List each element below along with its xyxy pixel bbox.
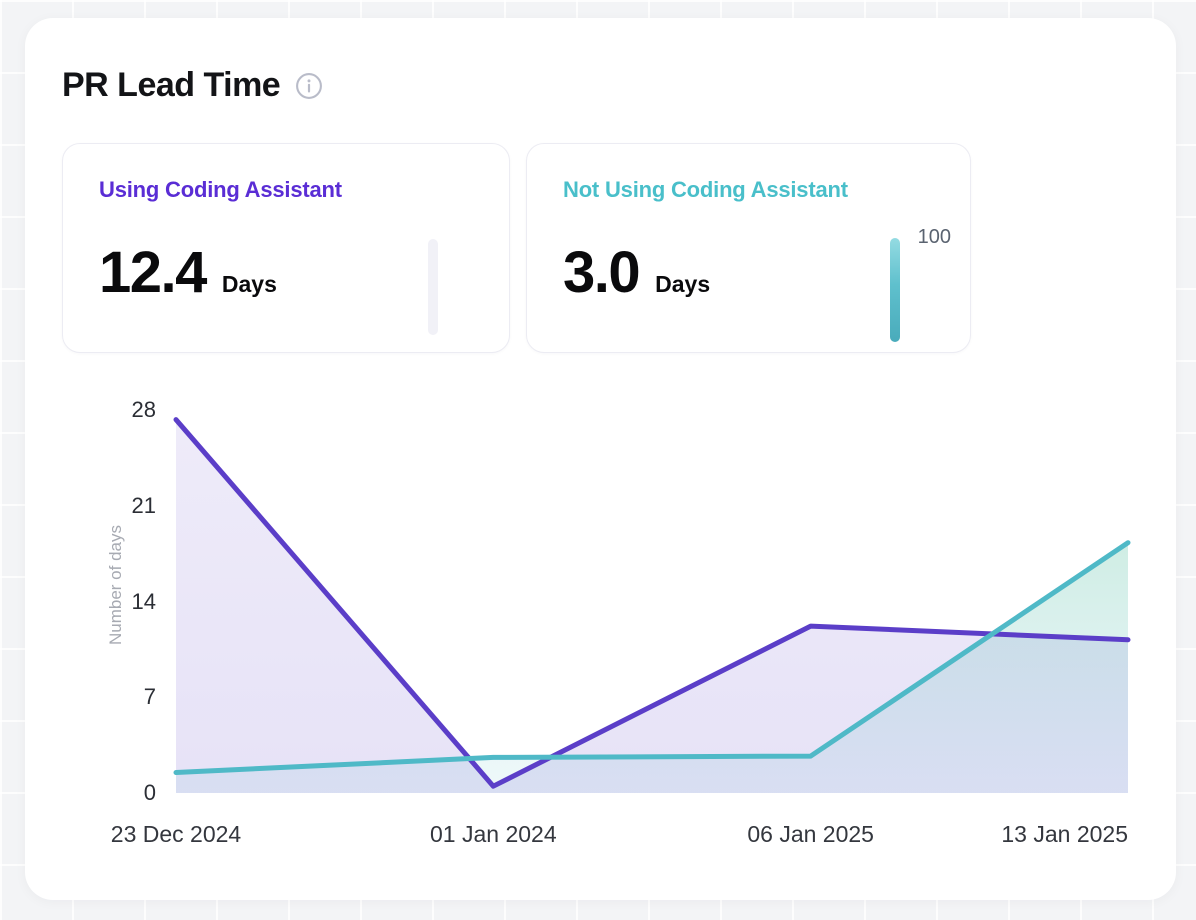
y-axis-tick: 14 <box>132 589 156 615</box>
x-axis-label: 23 Dec 2024 <box>111 821 241 848</box>
pr-lead-time-panel: PR Lead Time Using Coding Assistant 12.4… <box>25 18 1176 900</box>
chart-plot <box>176 410 1128 793</box>
y-axis-tick: 0 <box>144 780 156 806</box>
y-axis-tick: 28 <box>132 397 156 423</box>
x-axis-label: 13 Jan 2025 <box>1001 821 1128 848</box>
y-axis-tick: 21 <box>132 493 156 519</box>
x-axis-label: 06 Jan 2025 <box>747 821 874 848</box>
x-axis-label: 01 Jan 2024 <box>430 821 557 848</box>
lead-time-chart: Number of days 07142128 23 Dec 202401 Ja… <box>25 18 1176 900</box>
y-axis: 07142128 <box>25 410 166 793</box>
y-axis-tick: 7 <box>144 684 156 710</box>
x-axis: 23 Dec 202401 Jan 202406 Jan 202513 Jan … <box>176 821 1128 851</box>
